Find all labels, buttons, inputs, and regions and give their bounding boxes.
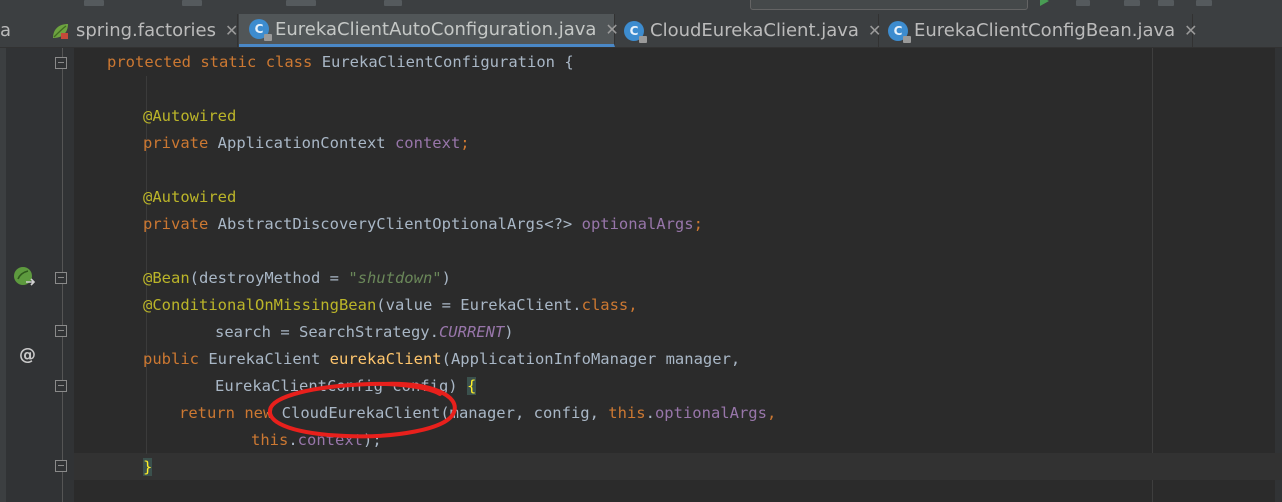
toolbar-button[interactable] xyxy=(384,0,402,6)
code-line-search-strategy[interactable]: search = SearchStrategy.CURRENT) xyxy=(215,319,514,346)
ide-window: a spring.factories ✕ C EurekaClientAutoC… xyxy=(0,0,1282,502)
tab-label: a xyxy=(0,20,12,41)
main-toolbar xyxy=(0,0,1282,14)
fold-marker-icon[interactable] xyxy=(55,57,67,69)
code-line-annotation[interactable]: @Autowired xyxy=(143,103,236,130)
error-stripe[interactable] xyxy=(1275,48,1282,502)
code-line-field-context[interactable]: private ApplicationContext context; xyxy=(143,130,470,157)
at-icon[interactable]: @ xyxy=(19,345,36,365)
code-line-field-optional-args[interactable]: private AbstractDiscoveryClientOptionalA… xyxy=(143,211,703,238)
tab-label: EurekaClientConfigBean.java xyxy=(914,20,1176,41)
code-line-bean-annotation[interactable]: @Bean(destroyMethod = "shutdown") xyxy=(143,265,451,292)
editor-tab-bar: a spring.factories ✕ C EurekaClientAutoC… xyxy=(0,14,1282,48)
build-icon[interactable] xyxy=(1196,0,1212,6)
toolbar-button[interactable] xyxy=(84,0,104,6)
fold-marker-icon[interactable] xyxy=(55,460,67,472)
code-line-class-declaration[interactable]: protected static class EurekaClientConfi… xyxy=(107,49,574,76)
toolbar-button[interactable] xyxy=(182,0,202,6)
code-line-conditional-annotation[interactable]: @ConditionalOnMissingBean(value = Eureka… xyxy=(143,292,638,319)
java-class-icon: C xyxy=(888,20,911,43)
spring-bean-icon[interactable] xyxy=(12,265,38,289)
code-line-annotation[interactable]: @Autowired xyxy=(143,184,236,211)
tab-label: EurekaClientAutoConfiguration.java xyxy=(275,18,597,40)
java-class-icon: C xyxy=(249,19,272,41)
code-line-return-statement[interactable]: return new CloudEurekaClient(manager, co… xyxy=(179,400,776,427)
fold-marker-icon[interactable] xyxy=(55,325,67,337)
tab-eureka-client-config-bean[interactable]: C EurekaClientConfigBean.java ✕ xyxy=(879,14,1198,47)
coverage-icon[interactable] xyxy=(1124,0,1140,6)
right-margin-guide xyxy=(1152,48,1153,502)
tab-cut-off[interactable]: a xyxy=(0,14,40,47)
debug-icon[interactable] xyxy=(1076,0,1090,6)
code-line-return-continuation[interactable]: this.context); xyxy=(251,427,382,454)
close-icon[interactable]: ✕ xyxy=(225,21,238,40)
spring-leaf-icon xyxy=(53,23,68,39)
code-line-method-params[interactable]: EurekaClientConfig config) { xyxy=(215,373,477,400)
tab-eureka-client-auto-configuration[interactable]: C EurekaClientAutoConfiguration.java ✕ xyxy=(239,14,619,47)
tab-label: CloudEurekaClient.java xyxy=(650,20,859,41)
run-icon[interactable] xyxy=(1040,0,1049,6)
tab-cloud-eureka-client[interactable]: C CloudEurekaClient.java ✕ xyxy=(615,14,881,47)
close-icon[interactable]: ✕ xyxy=(1184,21,1197,40)
toolbar-button[interactable] xyxy=(286,0,316,6)
code-line-closing-brace[interactable]: } xyxy=(143,454,153,481)
tab-spring-factories[interactable]: spring.factories ✕ xyxy=(42,14,238,47)
profile-icon[interactable] xyxy=(1158,0,1174,6)
run-configuration-selector[interactable] xyxy=(750,0,1028,10)
fold-marker-icon[interactable] xyxy=(55,380,67,392)
fold-marker-icon[interactable] xyxy=(55,272,67,284)
current-line-highlight xyxy=(74,453,1282,480)
java-class-icon: C xyxy=(624,20,647,43)
tab-label: spring.factories xyxy=(76,20,216,41)
code-line-method-signature[interactable]: public EurekaClient eurekaClient(Applica… xyxy=(143,346,740,373)
